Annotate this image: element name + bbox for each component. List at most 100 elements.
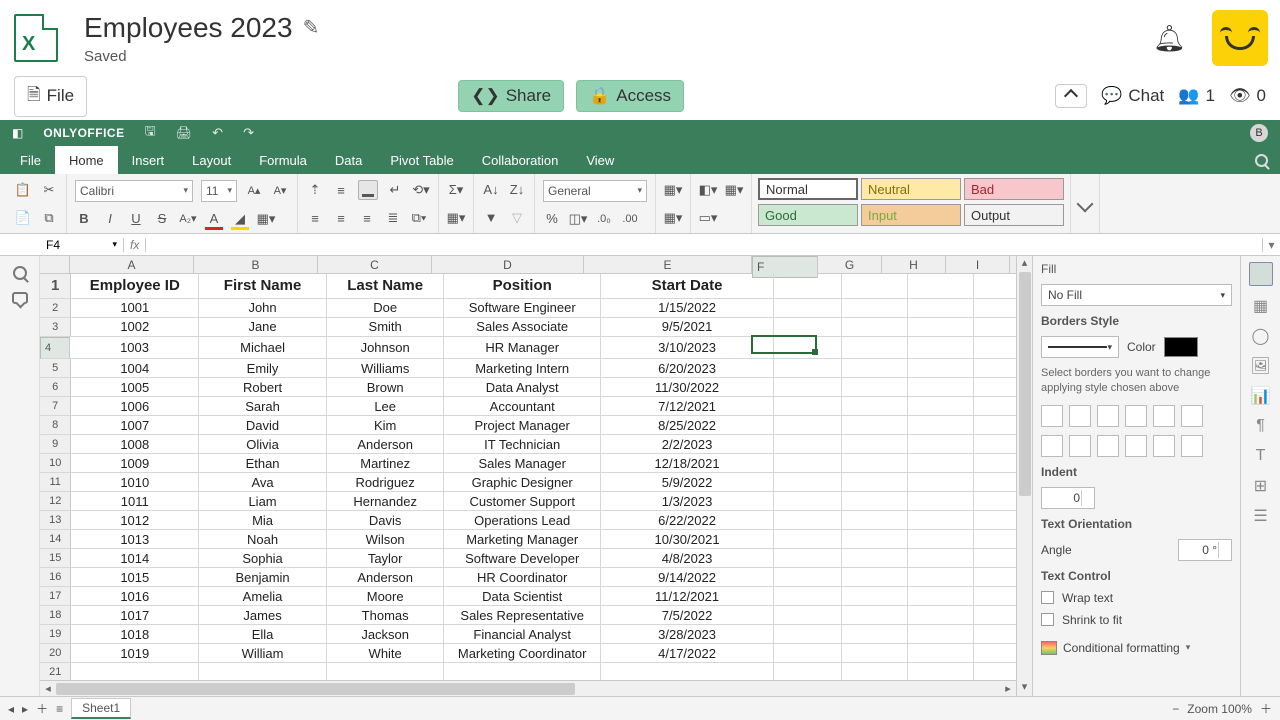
percent-icon[interactable]: %: [543, 210, 561, 228]
cell[interactable]: Martinez: [326, 454, 443, 473]
cell[interactable]: [774, 492, 842, 511]
cell[interactable]: [908, 397, 974, 416]
cell[interactable]: 1013: [71, 530, 199, 549]
cell[interactable]: [774, 416, 842, 435]
border-bottom-icon[interactable]: [1181, 435, 1203, 457]
cell[interactable]: 1011: [71, 492, 199, 511]
cell[interactable]: 3/10/2023: [601, 336, 774, 359]
avatar[interactable]: [1212, 10, 1268, 66]
cell[interactable]: Operations Lead: [444, 511, 601, 530]
cell[interactable]: [774, 359, 842, 378]
header-cell[interactable]: Employee ID: [71, 274, 199, 298]
sheet-list-icon[interactable]: ≡: [56, 702, 63, 716]
cell[interactable]: Michael: [199, 336, 327, 359]
cell[interactable]: 1018: [71, 625, 199, 644]
row-header[interactable]: 16: [40, 568, 71, 587]
row-header[interactable]: 11: [40, 473, 71, 492]
cell[interactable]: 6/22/2022: [601, 511, 774, 530]
row-header[interactable]: 4: [40, 337, 70, 359]
cell[interactable]: Amelia: [199, 587, 327, 606]
style-good[interactable]: Good: [758, 204, 858, 226]
cell[interactable]: [774, 274, 842, 298]
cell[interactable]: [842, 568, 908, 587]
align-left-icon[interactable]: ≡: [306, 209, 324, 227]
cell[interactable]: Software Engineer: [444, 298, 601, 317]
cell[interactable]: 1014: [71, 549, 199, 568]
border-all-icon[interactable]: [1069, 405, 1091, 427]
cell[interactable]: [842, 454, 908, 473]
slicer-settings-tab[interactable]: ☰: [1251, 506, 1271, 526]
cell[interactable]: Davis: [326, 511, 443, 530]
menu-file[interactable]: File: [6, 146, 55, 174]
style-input[interactable]: Input: [861, 204, 961, 226]
cell[interactable]: 4/17/2022: [601, 644, 774, 663]
col-header-B[interactable]: B: [194, 256, 318, 273]
cell[interactable]: Robert: [199, 378, 327, 397]
border-top-icon[interactable]: [1125, 435, 1147, 457]
cell[interactable]: [774, 625, 842, 644]
cell[interactable]: [908, 336, 974, 359]
cell[interactable]: [842, 336, 908, 359]
cell[interactable]: 1/3/2023: [601, 492, 774, 511]
menu-formula[interactable]: Formula: [245, 146, 321, 174]
cell[interactable]: 1007: [71, 416, 199, 435]
border-vert-icon[interactable]: [1069, 435, 1091, 457]
cell[interactable]: [774, 644, 842, 663]
cell[interactable]: 10/30/2021: [601, 530, 774, 549]
row-header[interactable]: 20: [40, 644, 71, 663]
sum-icon[interactable]: Σ▾: [447, 181, 465, 199]
styles-expand[interactable]: [1071, 174, 1100, 233]
cell[interactable]: Thomas: [326, 606, 443, 625]
cell[interactable]: Marketing Coordinator: [444, 644, 601, 663]
cell[interactable]: 1019: [71, 644, 199, 663]
cell[interactable]: [842, 549, 908, 568]
cell[interactable]: [973, 511, 1016, 530]
font-size-select[interactable]: 11▾: [201, 180, 237, 202]
cell[interactable]: 5/9/2022: [601, 473, 774, 492]
cell[interactable]: 1016: [71, 587, 199, 606]
col-header-C[interactable]: C: [318, 256, 432, 273]
cell[interactable]: 6/20/2023: [601, 359, 774, 378]
cell[interactable]: Sales Manager: [444, 454, 601, 473]
italic-button[interactable]: I: [101, 210, 119, 228]
cell[interactable]: [908, 473, 974, 492]
document-title[interactable]: Employees 2023: [84, 12, 293, 44]
cell[interactable]: HR Coordinator: [444, 568, 601, 587]
cell[interactable]: Wilson: [326, 530, 443, 549]
align-right-icon[interactable]: ≡: [358, 209, 376, 227]
name-box[interactable]: F4▾: [40, 238, 124, 252]
share-button[interactable]: ❮❯ Share: [458, 80, 564, 112]
valign-mid-icon[interactable]: ≡: [332, 181, 350, 199]
undo-icon[interactable]: ↶: [212, 125, 223, 141]
cell[interactable]: [842, 378, 908, 397]
border-left-icon[interactable]: [1041, 435, 1063, 457]
menu-view[interactable]: View: [572, 146, 628, 174]
fill-select[interactable]: No Fill▾: [1041, 284, 1232, 306]
cell[interactable]: Liam: [199, 492, 327, 511]
cell[interactable]: Anderson: [326, 568, 443, 587]
row-header[interactable]: 2: [40, 298, 71, 317]
zoom-in[interactable]: ＋: [1260, 700, 1272, 717]
cell[interactable]: Sales Associate: [444, 317, 601, 336]
cell[interactable]: Software Developer: [444, 549, 601, 568]
cell[interactable]: 9/5/2021: [601, 317, 774, 336]
cell[interactable]: [774, 454, 842, 473]
row-header[interactable]: 9: [40, 435, 71, 454]
cut-icon[interactable]: ✂: [40, 181, 58, 199]
cell[interactable]: HR Manager: [444, 336, 601, 359]
cell[interactable]: [774, 317, 842, 336]
user-avatar-small[interactable]: B: [1250, 124, 1268, 142]
row-header[interactable]: 8: [40, 416, 71, 435]
row-header[interactable]: 14: [40, 530, 71, 549]
font-shrink-icon[interactable]: A▾: [271, 182, 289, 200]
cell[interactable]: [842, 397, 908, 416]
cell[interactable]: [908, 625, 974, 644]
row-header[interactable]: 12: [40, 492, 71, 511]
cell[interactable]: Johnson: [326, 336, 443, 359]
cell[interactable]: [908, 587, 974, 606]
menu-insert[interactable]: Insert: [118, 146, 179, 174]
conditional-formatting[interactable]: Conditional formatting ▾: [1041, 641, 1232, 655]
cell[interactable]: [973, 625, 1016, 644]
row-header[interactable]: 6: [40, 378, 71, 397]
image-settings-tab[interactable]: 🖼: [1251, 356, 1271, 376]
